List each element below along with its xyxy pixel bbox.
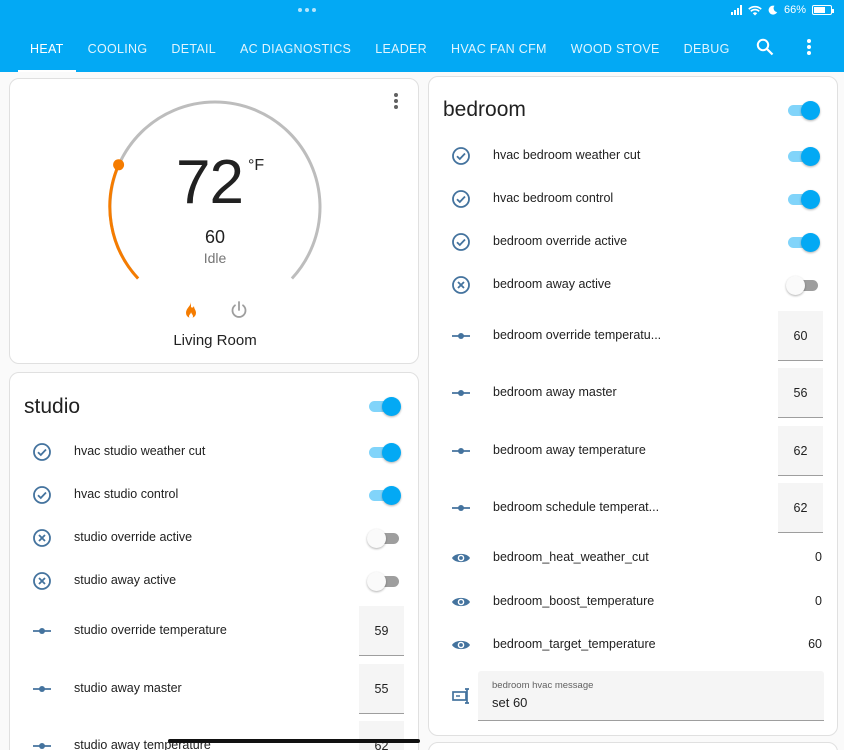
studio-master-toggle[interactable] xyxy=(367,396,401,416)
card-title: bedroom xyxy=(443,98,526,121)
studio-card: studio hvac studio weather cut hvac studi… xyxy=(9,372,419,750)
entity-label: bedroom_boost_temperature xyxy=(493,594,655,608)
entity-label: studio override temperature xyxy=(74,623,227,637)
text-field-label: bedroom hvac message xyxy=(492,680,594,691)
search-icon[interactable] xyxy=(754,36,776,58)
bedroom-override-active-toggle[interactable] xyxy=(786,232,820,252)
tab-heat[interactable]: HEAT xyxy=(18,26,76,72)
tab-wood-stove[interactable]: WOOD STOVE xyxy=(559,26,672,72)
entity-label: hvac bedroom weather cut xyxy=(493,148,641,162)
entity-label: bedroom away master xyxy=(493,385,617,399)
thermostat-name: Living Room xyxy=(173,332,257,349)
entity-label: studio away master xyxy=(74,681,182,695)
close-circle-icon xyxy=(32,528,52,548)
tab-leader[interactable]: LEADER xyxy=(363,26,439,72)
studio-away-temperature-number-input[interactable]: 62 xyxy=(359,721,404,750)
bedroom-away-master-number-input[interactable]: 56 xyxy=(778,368,823,418)
bedroom-master-toggle[interactable] xyxy=(786,100,820,120)
eye-icon xyxy=(451,635,471,655)
home-indicator[interactable] xyxy=(168,739,420,743)
ray-vertex-icon xyxy=(32,679,52,699)
check-circle-icon xyxy=(451,146,471,166)
entity-label: hvac studio weather cut xyxy=(74,444,206,458)
status-bar: 66% xyxy=(730,4,834,16)
sensor-value: 0 xyxy=(815,594,822,608)
eye-icon xyxy=(451,548,471,568)
sensor-value: 0 xyxy=(815,550,822,564)
sensor-value: 60 xyxy=(808,637,822,651)
entity-label: hvac studio control xyxy=(74,487,179,501)
current-temperature: 72 xyxy=(176,148,244,217)
entity-label: hvac bedroom control xyxy=(493,191,614,205)
tab-debug[interactable]: DEBUG xyxy=(672,26,742,72)
fire-icon[interactable] xyxy=(181,301,201,321)
text-field-value[interactable]: set 60 xyxy=(492,695,527,710)
target-temperature[interactable]: 60 xyxy=(10,227,420,248)
multitasking-dots-icon[interactable] xyxy=(298,8,316,12)
bedroom-override-temperatu-number-input[interactable]: 60 xyxy=(778,311,823,361)
battery-percent: 66% xyxy=(783,4,806,16)
entity-label: studio away active xyxy=(74,573,177,587)
bedroom-card: bedroom hvac bedroom weather cut hvac bed… xyxy=(428,76,838,736)
entity-label: bedroom override temperatu... xyxy=(493,328,662,342)
tab-detail[interactable]: DETAIL xyxy=(159,26,228,72)
ray-vertex-icon xyxy=(451,326,471,346)
card-menu-icon[interactable] xyxy=(388,91,404,111)
entity-label: bedroom schedule temperat... xyxy=(493,500,660,514)
studio-override-temperature-number-input[interactable]: 59 xyxy=(359,606,404,656)
check-circle-icon xyxy=(451,189,471,209)
tab-hvac-fan-cfm[interactable]: HVAC FAN CFM xyxy=(439,26,559,72)
card-title: studio xyxy=(24,395,81,418)
entity-label: bedroom override active xyxy=(493,234,628,248)
temperature-unit: °F xyxy=(248,157,265,174)
hvac-action: Idle xyxy=(203,250,227,266)
battery-icon xyxy=(812,5,834,15)
studio-override-active-toggle[interactable] xyxy=(367,528,401,548)
entity-label: bedroom_heat_weather_cut xyxy=(493,550,649,564)
bedroom-away-active-toggle[interactable] xyxy=(786,275,820,295)
thermostat-card: 72 °F 60 Idle Living Room xyxy=(9,78,419,364)
entity-label: bedroom away temperature xyxy=(493,443,646,457)
hvac-bedroom-weather-cut-toggle[interactable] xyxy=(786,146,820,166)
check-circle-icon xyxy=(32,485,52,505)
setpoint-handle xyxy=(113,159,125,171)
check-circle-icon xyxy=(451,232,471,252)
tab-cooling[interactable]: COOLING xyxy=(76,26,160,72)
moon-icon xyxy=(768,5,778,15)
app-toolbar: 66% HEAT COOLING DETAIL AC DIAGNOSTICS L… xyxy=(0,0,844,72)
ray-vertex-icon xyxy=(32,736,52,750)
entity-label: bedroom_target_temperature xyxy=(493,637,656,651)
power-icon[interactable] xyxy=(229,300,249,320)
hvac-bedroom-control-toggle[interactable] xyxy=(786,189,820,209)
studio-away-active-toggle[interactable] xyxy=(367,571,401,591)
check-circle-icon xyxy=(32,442,52,462)
entity-label: studio override active xyxy=(74,530,193,544)
ray-vertex-icon xyxy=(451,383,471,403)
wifi-icon xyxy=(748,5,762,15)
ray-vertex-icon xyxy=(32,621,52,641)
tab-bar: HEAT COOLING DETAIL AC DIAGNOSTICS LEADE… xyxy=(18,26,742,72)
hvac-studio-weather-cut-toggle[interactable] xyxy=(367,442,401,462)
cellular-signal-icon xyxy=(730,5,742,15)
close-circle-icon xyxy=(451,275,471,295)
ray-vertex-icon xyxy=(451,498,471,518)
form-textbox-icon xyxy=(451,686,471,706)
hvac-studio-control-toggle[interactable] xyxy=(367,485,401,505)
entity-label: bedroom away active xyxy=(493,277,612,291)
bedroom-schedule-temperat-number-input[interactable]: 62 xyxy=(778,483,823,533)
close-circle-icon xyxy=(32,571,52,591)
bedroom-away-temperature-number-input[interactable]: 62 xyxy=(778,426,823,476)
bedroom-hvac-message-text-field[interactable]: bedroom hvac message set 60 xyxy=(478,671,824,721)
next-card xyxy=(428,742,838,750)
tab-ac-diagnostics[interactable]: AC DIAGNOSTICS xyxy=(228,26,363,72)
eye-icon xyxy=(451,592,471,612)
more-vert-icon[interactable] xyxy=(798,36,820,58)
studio-away-master-number-input[interactable]: 55 xyxy=(359,664,404,714)
ray-vertex-icon xyxy=(451,441,471,461)
